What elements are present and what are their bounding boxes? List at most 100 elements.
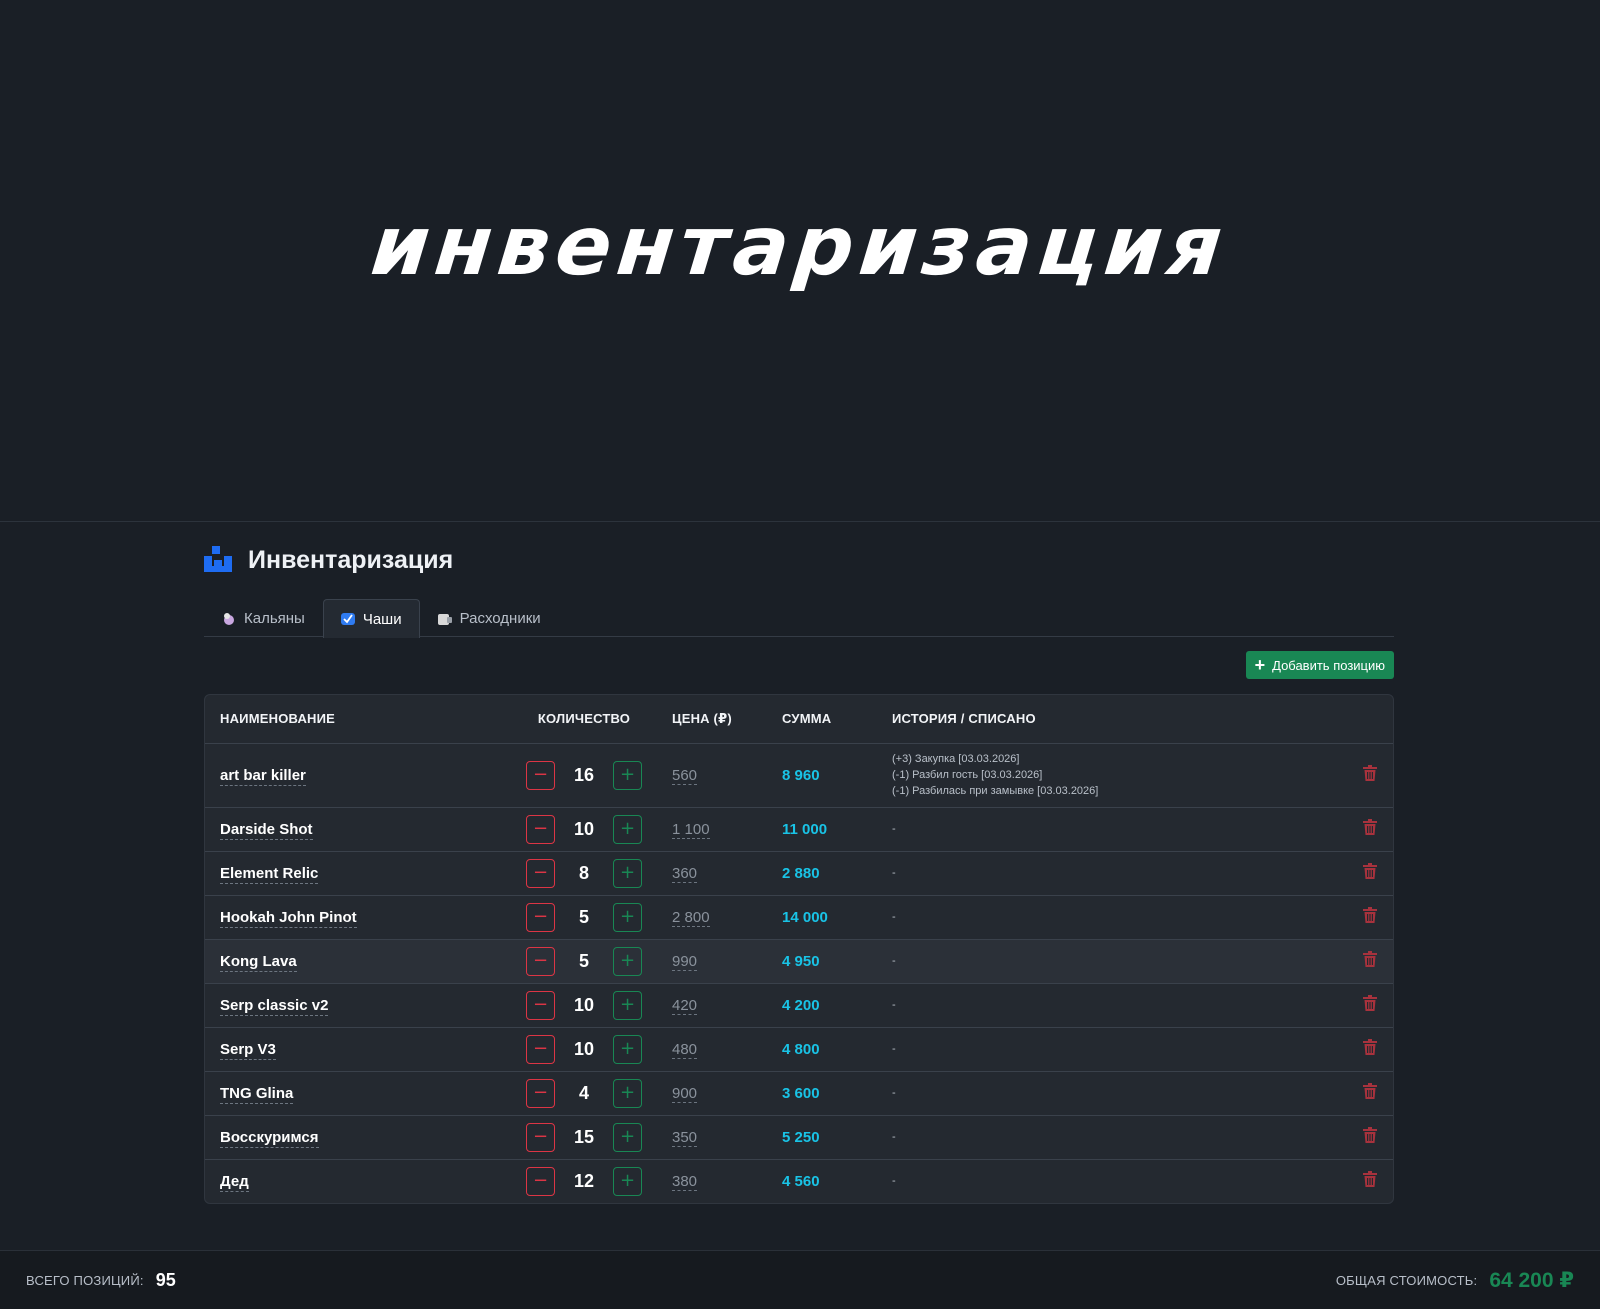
item-sum: 4 560 — [782, 1172, 820, 1190]
increment-button[interactable]: + — [613, 760, 642, 790]
history-entry: - — [892, 1043, 896, 1055]
header-actions — [1333, 695, 1393, 744]
decrement-button[interactable]: − — [526, 1034, 555, 1064]
delete-cell — [1333, 807, 1393, 851]
item-name[interactable]: Element Relic — [220, 864, 319, 884]
item-name[interactable]: art bar killer — [220, 766, 306, 786]
item-name-cell: Darside Shot — [205, 807, 511, 851]
total-cost: ОБЩАЯ СТОИМОСТЬ: 64 200 ₽ — [1336, 1268, 1574, 1293]
increment-button[interactable]: + — [613, 858, 642, 888]
increment-button[interactable]: + — [613, 1122, 642, 1152]
item-price[interactable]: 2 800 — [672, 908, 710, 927]
increment-button[interactable]: + — [613, 990, 642, 1020]
increment-button[interactable]: + — [613, 946, 642, 976]
item-name[interactable]: Kong Lava — [220, 952, 297, 972]
table-row: Element Relic − 8 + 360 2 880 - — [205, 851, 1393, 895]
item-price[interactable]: 380 — [672, 1172, 698, 1191]
plus-icon: + — [619, 1170, 636, 1192]
minus-icon: − — [532, 950, 549, 971]
increment-button[interactable]: + — [613, 902, 642, 932]
item-name-cell: TNG Glina — [205, 1071, 511, 1115]
trash-icon[interactable] — [1363, 819, 1377, 835]
trash-icon[interactable] — [1363, 951, 1377, 967]
item-price[interactable]: 420 — [672, 996, 698, 1015]
trash-icon[interactable] — [1363, 995, 1377, 1011]
qty-cell: − 16 + — [511, 743, 657, 807]
tab-consumables[interactable]: Расходники — [420, 599, 559, 637]
minus-icon: − — [532, 906, 549, 927]
item-price[interactable]: 990 — [672, 952, 698, 971]
decrement-button[interactable]: − — [526, 814, 555, 844]
decrement-button[interactable]: − — [526, 1078, 555, 1108]
trash-icon[interactable] — [1363, 1171, 1377, 1188]
trash-icon[interactable] — [1363, 765, 1377, 781]
price-cell: 560 — [657, 743, 767, 807]
quantity-value: 10 — [573, 1038, 595, 1059]
tab-hookahs[interactable]: Кальяны — [204, 599, 323, 637]
trash-icon[interactable] — [1363, 907, 1377, 923]
item-name[interactable]: TNG Glina — [220, 1084, 294, 1104]
item-price[interactable]: 480 — [672, 1040, 698, 1059]
item-name[interactable]: Hookah John Pinot — [220, 908, 357, 928]
history-entry: - — [892, 823, 896, 835]
item-name[interactable]: Serp V3 — [220, 1040, 276, 1060]
item-name-cell: Kong Lava — [205, 939, 511, 983]
delete-cell — [1333, 983, 1393, 1027]
trash-icon[interactable] — [1363, 1083, 1377, 1099]
price-cell: 2 800 — [657, 895, 767, 939]
table-row: Serp classic v2 − 10 + 420 4 200 - — [205, 983, 1393, 1027]
increment-button[interactable]: + — [613, 814, 642, 844]
increment-button[interactable]: + — [613, 1078, 642, 1108]
trash-icon[interactable] — [1363, 863, 1377, 879]
item-price[interactable]: 1 100 — [672, 820, 710, 839]
increment-button[interactable]: + — [613, 1166, 642, 1196]
inventory-table: НАИМЕНОВАНИЕ КОЛИЧЕСТВО ЦЕНА (₽) СУММА И… — [204, 694, 1394, 1204]
header-price[interactable]: ЦЕНА (₽) — [657, 695, 767, 744]
quantity-value: 15 — [573, 1126, 595, 1147]
item-price[interactable]: 360 — [672, 864, 698, 883]
item-sum: 11 000 — [782, 820, 828, 838]
item-price[interactable]: 350 — [672, 1128, 698, 1147]
price-cell: 350 — [657, 1115, 767, 1159]
history-cell: - — [877, 939, 1333, 983]
quantity-stepper: − 8 + — [511, 858, 657, 888]
item-name[interactable]: Дед — [220, 1172, 249, 1192]
quantity-value: 4 — [578, 1082, 589, 1103]
minus-icon: − — [532, 1082, 549, 1103]
header-sum[interactable]: СУММА — [767, 695, 877, 744]
item-price[interactable]: 560 — [672, 766, 698, 785]
decrement-button[interactable]: − — [526, 990, 555, 1020]
qty-cell: − 10 + — [511, 1027, 657, 1071]
header-qty[interactable]: КОЛИЧЕСТВО — [511, 695, 657, 744]
item-name[interactable]: Serp classic v2 — [220, 996, 329, 1016]
item-sum: 3 600 — [782, 1084, 820, 1102]
tab-bowls[interactable]: Чаши — [322, 599, 420, 638]
trash-icon[interactable] — [1363, 1127, 1377, 1143]
decrement-button[interactable]: − — [526, 760, 555, 790]
item-name-cell: Восскуримся — [205, 1115, 511, 1159]
header-name[interactable]: НАИМЕНОВАНИЕ — [205, 695, 511, 744]
item-price[interactable]: 900 — [672, 1084, 698, 1103]
increment-button[interactable]: + — [613, 1034, 642, 1064]
quantity-stepper: − 10 + — [511, 814, 657, 844]
history-entry: - — [892, 867, 896, 879]
decrement-button[interactable]: − — [526, 946, 555, 976]
decrement-button[interactable]: − — [526, 1166, 555, 1196]
item-name[interactable]: Darside Shot — [220, 820, 313, 840]
minus-icon: − — [532, 764, 549, 785]
item-name[interactable]: Восскуримся — [220, 1128, 319, 1148]
bowl-icon — [340, 613, 355, 625]
trash-icon[interactable] — [1363, 1039, 1377, 1055]
minus-icon: − — [532, 994, 549, 1015]
delete-cell — [1333, 895, 1393, 939]
history-entry: (-1) Разбил гость [03.03.2026] — [892, 769, 1043, 781]
price-cell: 380 — [657, 1159, 767, 1203]
decrement-button[interactable]: − — [526, 858, 555, 888]
decrement-button[interactable]: − — [526, 902, 555, 932]
history-entry: - — [892, 1131, 896, 1143]
quantity-stepper: − 15 + — [511, 1122, 657, 1152]
add-position-button[interactable]: + Добавить позицию — [1245, 651, 1394, 679]
item-name-cell: Hookah John Pinot — [205, 895, 511, 939]
decrement-button[interactable]: − — [526, 1122, 555, 1152]
history-entry: - — [892, 1087, 896, 1099]
